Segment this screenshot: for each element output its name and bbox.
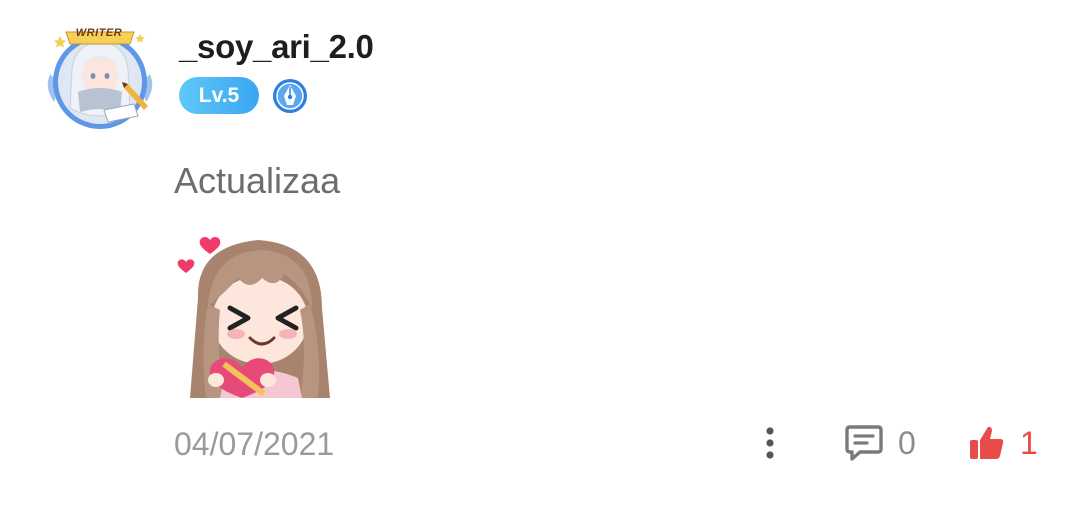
reply-button[interactable]: 0 (844, 420, 916, 466)
author-avatar[interactable]: WRITER (44, 26, 156, 130)
avatar-frame-label: WRITER (75, 27, 123, 39)
like-button[interactable]: 1 (966, 420, 1038, 466)
comment-card: WRITER _soy_ari_2.0 Lv.5 Actualizaa 04/0… (0, 0, 1080, 510)
avatar-image (47, 31, 153, 129)
comment-bubble-icon (845, 425, 883, 461)
level-badge: Lv.5 (179, 77, 259, 114)
thumbs-up-icon (970, 426, 1004, 459)
blue-pen-nib-badge-icon (272, 78, 308, 114)
comment-date: 04/07/2021 (174, 426, 335, 462)
vertical-ellipsis-icon (766, 427, 774, 459)
anime-girl-hearts-sticker[interactable] (172, 228, 342, 398)
like-count: 1 (1020, 424, 1038, 461)
author-username[interactable]: _soy_ari_2.0 (179, 28, 374, 66)
more-options-button[interactable] (756, 424, 784, 462)
reply-count: 0 (898, 424, 916, 461)
comment-text: Actualizaa (174, 160, 341, 201)
